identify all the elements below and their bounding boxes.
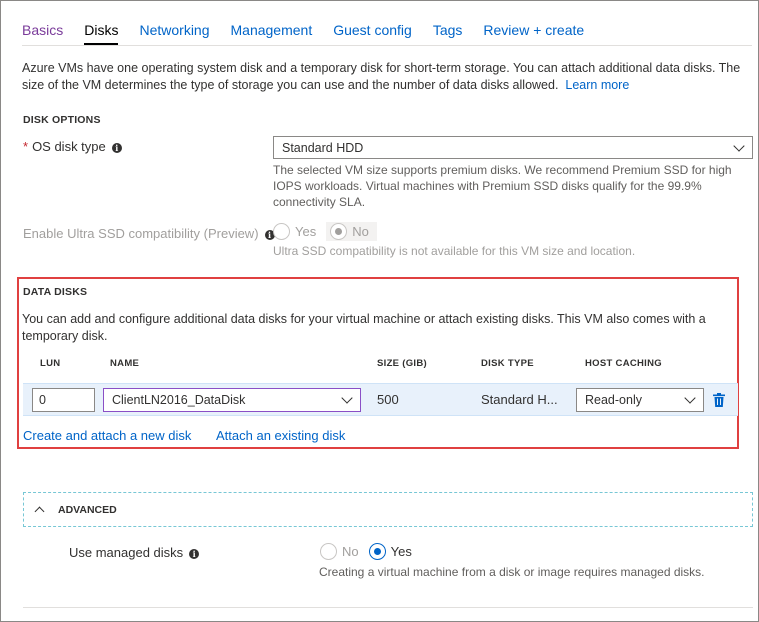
os-disk-type-label: * OS disk type i: [23, 139, 122, 154]
radio-icon: [320, 543, 337, 560]
advanced-heading: ADVANCED: [58, 504, 117, 516]
managed-disks-radio-group: No Yes: [320, 543, 422, 560]
ultra-ssd-label-text: Enable Ultra SSD compatibility (Preview): [23, 226, 259, 241]
disk-name-select[interactable]: ClientLN2016_DataDisk: [103, 388, 361, 412]
host-caching-value: Read-only: [585, 393, 642, 407]
radio-checked-icon: [330, 223, 348, 240]
tab-bar: Basics Disks Networking Management Guest…: [22, 20, 605, 45]
managed-disks-no-option[interactable]: No: [320, 543, 359, 560]
ultra-ssd-no-label: No: [352, 224, 369, 239]
ultra-ssd-yes-option[interactable]: Yes: [273, 223, 316, 240]
learn-more-link[interactable]: Learn more: [565, 78, 629, 92]
tab-disks[interactable]: Disks: [84, 20, 119, 45]
chevron-up-icon: [34, 506, 45, 517]
column-header-host-caching: HOST CACHING: [585, 358, 662, 369]
managed-disks-no-label: No: [342, 544, 359, 559]
tab-guest-config[interactable]: Guest config: [333, 20, 412, 45]
ultra-ssd-yes-label: Yes: [295, 224, 317, 239]
managed-disks-help: Creating a virtual machine from a disk o…: [319, 565, 705, 579]
disk-size-value: 500: [377, 392, 399, 407]
ultra-ssd-help: Ultra SSD compatibility is not available…: [273, 244, 636, 258]
tab-basics[interactable]: Basics: [22, 20, 63, 45]
advanced-section-toggle[interactable]: ADVANCED: [23, 492, 753, 527]
ultra-ssd-no-option[interactable]: No: [326, 222, 377, 241]
chevron-down-icon: [684, 392, 696, 404]
tabs-divider: [22, 45, 752, 46]
chevron-down-icon: [341, 392, 353, 404]
os-disk-type-help: The selected VM size supports premium di…: [273, 163, 732, 209]
radio-icon: [273, 223, 290, 240]
required-asterisk: *: [23, 139, 29, 154]
column-header-lun: LUN: [40, 358, 61, 369]
tab-tags[interactable]: Tags: [433, 20, 463, 45]
column-header-name: NAME: [110, 358, 140, 369]
disk-options-heading: DISK OPTIONS: [23, 114, 101, 126]
data-disks-heading: DATA DISKS: [23, 286, 88, 298]
data-disks-description: You can add and configure additional dat…: [22, 312, 706, 343]
lun-input[interactable]: 0: [32, 388, 95, 412]
managed-disks-yes-label: Yes: [390, 544, 412, 559]
delete-icon[interactable]: [713, 393, 725, 407]
radio-checked-icon: [368, 543, 386, 560]
host-caching-select[interactable]: Read-only: [576, 388, 704, 412]
info-icon[interactable]: i: [111, 142, 122, 153]
os-disk-type-label-text: OS disk type: [32, 139, 106, 154]
ultra-ssd-radio-group: Yes No: [273, 222, 387, 241]
tab-review-create[interactable]: Review + create: [483, 20, 584, 45]
os-disk-type-select[interactable]: Standard HDD: [273, 136, 753, 159]
os-disk-type-value: Standard HDD: [282, 141, 364, 155]
chevron-down-icon: [733, 140, 745, 152]
disk-name-value: ClientLN2016_DataDisk: [112, 393, 246, 407]
divider: [23, 607, 753, 608]
intro-description: Azure VMs have one operating system disk…: [22, 61, 741, 92]
managed-disks-label: Use managed disks i: [69, 545, 200, 560]
ultra-ssd-label: Enable Ultra SSD compatibility (Preview)…: [23, 226, 275, 241]
info-icon[interactable]: i: [189, 548, 200, 559]
disk-type-value: Standard H...: [481, 392, 558, 407]
create-new-disk-link[interactable]: Create and attach a new disk: [23, 428, 191, 443]
tab-management[interactable]: Management: [231, 20, 313, 45]
managed-disks-label-text: Use managed disks: [69, 545, 184, 560]
column-header-disk-type: DISK TYPE: [481, 358, 534, 369]
tab-networking[interactable]: Networking: [139, 20, 209, 45]
attach-existing-disk-link[interactable]: Attach an existing disk: [216, 428, 345, 443]
managed-disks-yes-option[interactable]: Yes: [368, 543, 412, 560]
intro-text: Azure VMs have one operating system disk…: [22, 60, 747, 94]
column-header-size: SIZE (GIB): [377, 358, 427, 369]
